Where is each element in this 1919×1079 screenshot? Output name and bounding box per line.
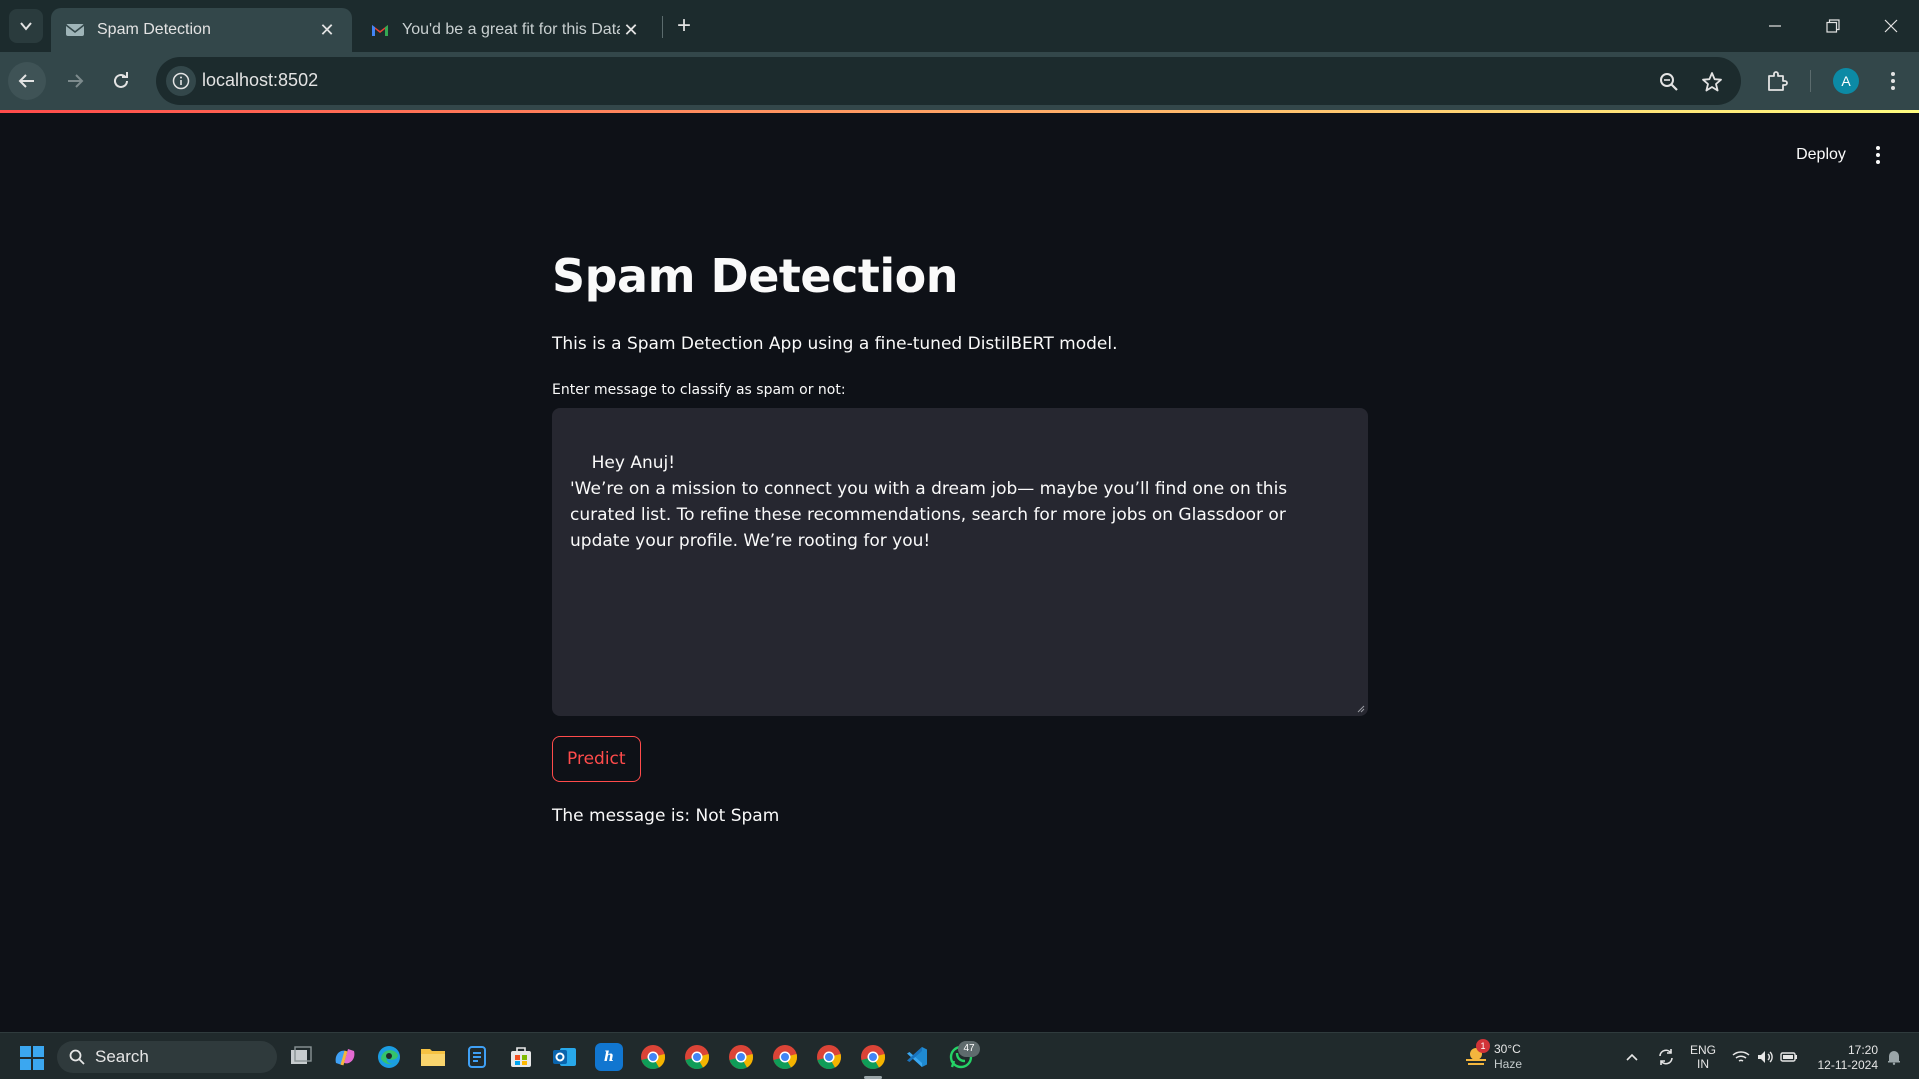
- chevron-up-icon[interactable]: [1622, 1047, 1642, 1067]
- copilot-icon[interactable]: [331, 1043, 359, 1071]
- close-tab-icon[interactable]: ✕: [316, 20, 338, 41]
- message-input-label: Enter message to classify as spam or not…: [552, 382, 846, 398]
- sync-icon[interactable]: [1656, 1047, 1676, 1067]
- arrow-right-icon: [68, 74, 84, 88]
- url-text: localhost:8502: [202, 70, 319, 90]
- chrome-icon[interactable]: [639, 1043, 667, 1071]
- forward-button[interactable]: [56, 62, 94, 100]
- message-textarea[interactable]: Hey Anuj! 'We’re on a mission to connect…: [552, 408, 1368, 716]
- minimize-icon: [1769, 25, 1781, 27]
- windows-taskbar: Search h 47 1 30°C Haze ENG IN 17:20 12-…: [0, 1032, 1919, 1079]
- region-indicator: IN: [1697, 1057, 1709, 1071]
- address-bar[interactable]: localhost:8502: [156, 57, 1741, 105]
- restore-button[interactable]: [1804, 0, 1862, 52]
- browser-toolbar: localhost:8502: [0, 52, 1919, 110]
- clock-date: 12-11-2024: [1817, 1058, 1879, 1072]
- chevron-down-icon: [20, 22, 32, 31]
- prediction-result: The message is: Not Spam: [552, 806, 780, 826]
- predict-button[interactable]: Predict: [552, 736, 641, 782]
- wifi-icon[interactable]: [1731, 1047, 1751, 1067]
- whatsapp-unread-badge: 47: [958, 1041, 980, 1057]
- clock-time[interactable]: 17:20: [1808, 1043, 1878, 1057]
- taskbar-search[interactable]: Search: [57, 1041, 277, 1073]
- app-description: This is a Spam Detection App using a fin…: [552, 334, 1118, 354]
- weather-description: Haze: [1494, 1057, 1523, 1071]
- main-container: Spam Detection This is a Spam Detection …: [552, 240, 1368, 828]
- chrome-icon[interactable]: [727, 1043, 755, 1071]
- file-explorer-icon[interactable]: [419, 1043, 447, 1071]
- page-title: Spam Detection: [552, 249, 959, 303]
- tab-search-button[interactable]: [9, 9, 43, 43]
- extensions-icon[interactable]: [1762, 66, 1792, 96]
- new-tab-button[interactable]: +: [670, 12, 698, 40]
- browser-menu-icon[interactable]: [1878, 66, 1908, 96]
- windows-start-icon[interactable]: [20, 1046, 44, 1070]
- weather-temperature: 30°C: [1494, 1042, 1521, 1056]
- main-menu-icon[interactable]: [1866, 139, 1890, 171]
- deploy-button[interactable]: Deploy: [1780, 139, 1862, 171]
- chrome-icon[interactable]: [859, 1043, 887, 1071]
- task-view-icon[interactable]: [287, 1043, 315, 1071]
- zoom-icon[interactable]: [1656, 69, 1682, 95]
- minimize-button[interactable]: [1746, 0, 1804, 52]
- back-button[interactable]: [8, 62, 46, 100]
- restore-icon: [1826, 19, 1840, 33]
- vscode-icon[interactable]: [903, 1043, 931, 1071]
- arrow-left-icon: [18, 74, 34, 88]
- chrome-icon[interactable]: [815, 1043, 843, 1071]
- app-icon[interactable]: [463, 1043, 491, 1071]
- reload-button[interactable]: [102, 62, 140, 100]
- tab-separator: [662, 16, 663, 38]
- tab-gmail[interactable]: You'd be a great fit for this Data ✕: [356, 8, 656, 52]
- notification-bell-icon[interactable]: [1884, 1047, 1904, 1067]
- message-text: Hey Anuj! 'We’re on a mission to connect…: [570, 453, 1288, 551]
- gmail-icon: [370, 20, 390, 40]
- toolbar-divider: [1810, 70, 1811, 92]
- bookmark-star-icon[interactable]: [1699, 69, 1725, 95]
- site-info-icon[interactable]: [166, 66, 196, 96]
- weather-alert-badge: 1: [1476, 1039, 1490, 1053]
- streamlit-favicon-icon: [65, 20, 85, 40]
- taskbar-search-label: Search: [95, 1047, 149, 1066]
- profile-avatar[interactable]: A: [1833, 68, 1859, 94]
- chrome-icon[interactable]: [771, 1043, 799, 1071]
- volume-icon[interactable]: [1755, 1047, 1775, 1067]
- store-icon[interactable]: [507, 1043, 535, 1071]
- tab-spam-detection[interactable]: Spam Detection ✕: [51, 8, 352, 52]
- reload-icon: [114, 72, 128, 88]
- tab-title: Spam Detection: [97, 21, 211, 38]
- close-icon: [1884, 19, 1898, 33]
- edge-icon[interactable]: [375, 1043, 403, 1071]
- streamlit-decoration-bar: [0, 110, 1919, 113]
- close-tab-icon[interactable]: ✕: [620, 20, 642, 41]
- hp-icon[interactable]: h: [595, 1043, 623, 1071]
- language-indicator[interactable]: ENG: [1688, 1043, 1718, 1057]
- resize-handle-icon[interactable]: [1355, 703, 1365, 713]
- battery-icon[interactable]: [1779, 1047, 1799, 1067]
- tab-title: You'd be a great fit for this Data: [402, 21, 620, 38]
- outlook-icon[interactable]: [551, 1043, 579, 1071]
- search-icon: [69, 1049, 85, 1065]
- browser-tab-bar: Spam Detection ✕ You'd be a great fit fo…: [0, 0, 1919, 52]
- chrome-icon[interactable]: [683, 1043, 711, 1071]
- close-window-button[interactable]: [1862, 0, 1919, 52]
